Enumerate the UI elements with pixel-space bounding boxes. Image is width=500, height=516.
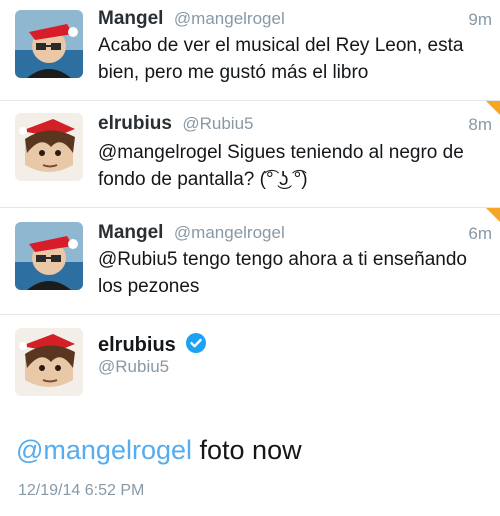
- tweet-author-handle[interactable]: @mangelrogel: [174, 223, 285, 242]
- avatar[interactable]: [15, 113, 83, 181]
- conversation-corner-badge: [486, 208, 500, 222]
- avatar-elrubius-image: [15, 113, 83, 181]
- avatar-elrubius-image: [15, 328, 83, 396]
- tweet-author-handle[interactable]: @Rubiu5: [182, 114, 253, 133]
- tweet-author-name[interactable]: elrubius: [98, 113, 172, 134]
- mention-link[interactable]: @mangelrogel: [16, 435, 192, 465]
- tweet-row[interactable]: Mangel @mangelrogel 6m @Rubiu5 tengo ten…: [0, 208, 500, 315]
- main-tweet-body: foto now: [192, 435, 302, 465]
- avatar-mangel-image: [15, 10, 83, 78]
- main-tweet-author-handle[interactable]: @Rubiu5: [98, 357, 169, 377]
- avatar-mangel-image: [15, 222, 83, 290]
- main-tweet-date: 12/19/14 6:52 PM: [18, 482, 145, 499]
- tweet-text: @Rubiu5 tengo tengo ahora a ti enseñando…: [98, 249, 467, 297]
- avatar[interactable]: [15, 222, 83, 290]
- tweet-timestamp: 6m: [468, 224, 492, 243]
- main-tweet-avatar[interactable]: [15, 328, 83, 396]
- tweet-author-name[interactable]: Mangel: [98, 222, 163, 243]
- tweet-row[interactable]: elrubius @Rubiu5 8m @mangelrogel Sigues …: [0, 101, 500, 208]
- tweet-timestamp: 9m: [468, 10, 492, 29]
- tweet-author-name[interactable]: Mangel: [98, 8, 163, 29]
- main-tweet-author-name[interactable]: elrubius: [98, 334, 176, 356]
- tweet-timestamp: 8m: [468, 115, 492, 134]
- main-tweet-text: @mangelrogel foto now: [16, 435, 302, 466]
- verified-badge-icon: [186, 333, 207, 353]
- tweet-author-handle[interactable]: @mangelrogel: [174, 9, 285, 28]
- tweet-text: Acabo de ver el musical del Rey Leon, es…: [98, 35, 464, 83]
- tweet-text: @mangelrogel Sigues teniendo al negro de…: [98, 142, 464, 190]
- avatar[interactable]: [15, 10, 83, 78]
- tweet-row[interactable]: Mangel @mangelrogel 9m Acabo de ver el m…: [0, 0, 500, 101]
